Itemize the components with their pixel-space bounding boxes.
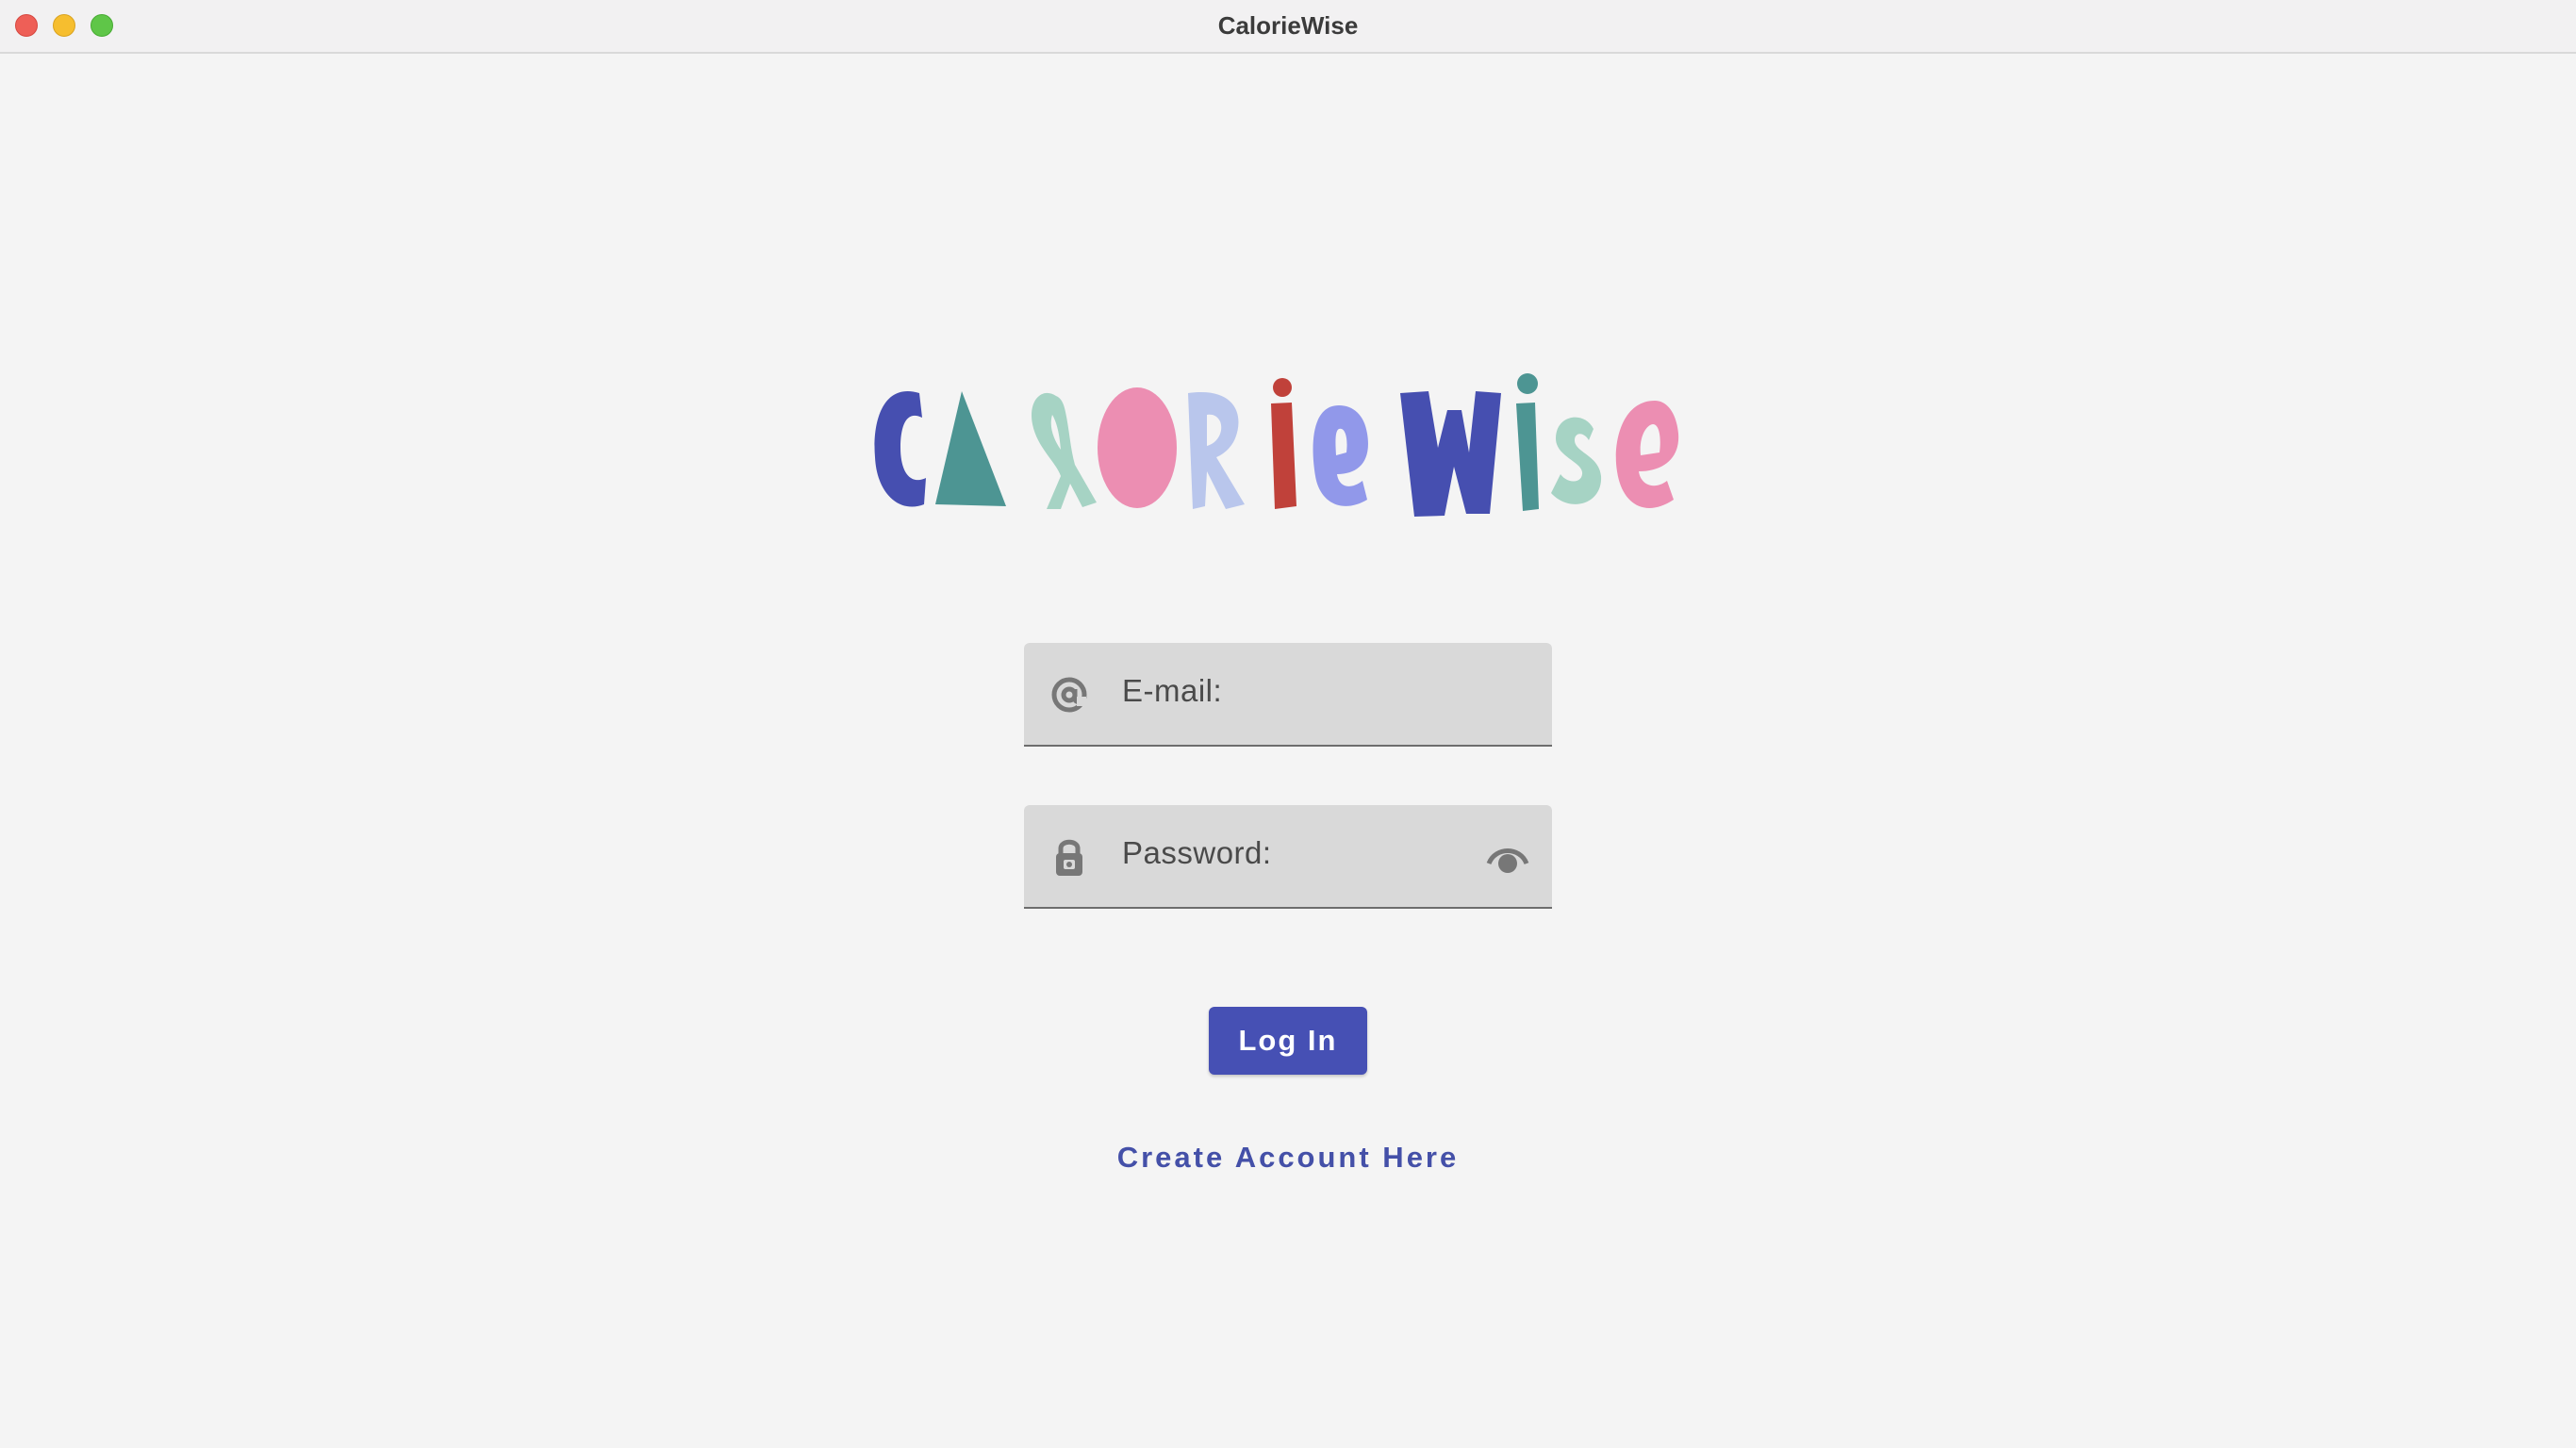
window-title: CalorieWise: [1217, 11, 1359, 40]
app-logo: [874, 373, 1679, 517]
lock-icon: [1056, 839, 1082, 876]
password-field[interactable]: Password:: [1024, 805, 1552, 909]
app-window: CalorieWise E-mail: Password: Log In Cre…: [0, 0, 2576, 1448]
eye-icon[interactable]: [1486, 839, 1529, 875]
password-label: Password:: [1122, 835, 1272, 870]
login-button[interactable]: Log In: [1209, 1007, 1367, 1075]
email-field[interactable]: E-mail:: [1024, 643, 1552, 747]
title-bar: CalorieWise: [0, 0, 2576, 54]
at-icon: [1051, 677, 1087, 713]
email-label: E-mail:: [1122, 673, 1223, 708]
create-account-link[interactable]: Create Account Here: [1024, 1141, 1552, 1175]
